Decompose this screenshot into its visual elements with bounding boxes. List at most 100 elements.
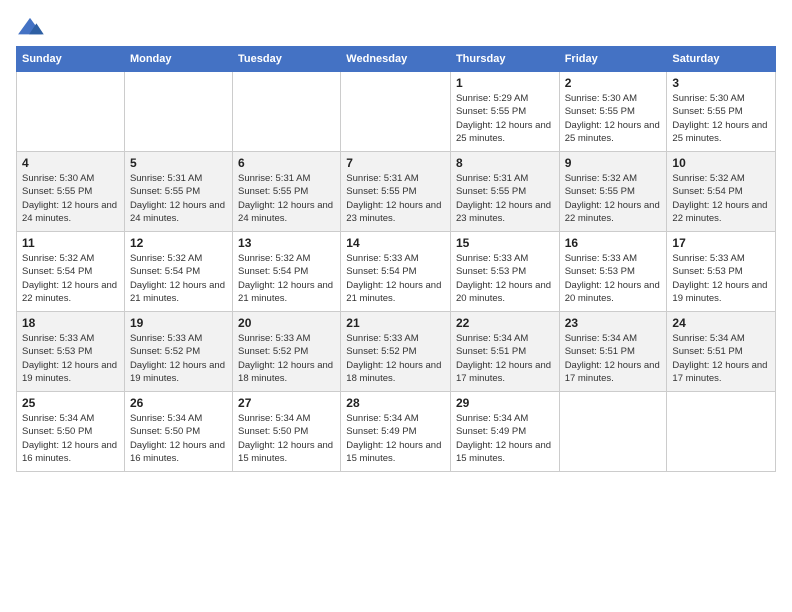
day-info: Sunrise: 5:33 AM Sunset: 5:53 PM Dayligh… (672, 252, 770, 305)
day-number: 18 (22, 316, 119, 330)
logo (16, 16, 48, 38)
calendar-week: 4 Sunrise: 5:30 AM Sunset: 5:55 PM Daylig… (17, 152, 776, 232)
day-info: Sunrise: 5:34 AM Sunset: 5:51 PM Dayligh… (565, 332, 662, 385)
calendar-cell: 24 Sunrise: 5:34 AM Sunset: 5:51 PM Dayli… (667, 312, 776, 392)
calendar-cell: 13Sunrise: 5:32 AM Sunset: 5:54 PM Dayli… (233, 232, 341, 312)
day-header: Sunday (17, 47, 125, 72)
day-number: 11 (22, 236, 119, 250)
day-info: Sunrise: 5:30 AM Sunset: 5:55 PM Dayligh… (565, 92, 662, 145)
day-number: 2 (565, 76, 662, 90)
day-info: Sunrise: 5:31 AM Sunset: 5:55 PM Dayligh… (130, 172, 227, 225)
calendar-cell: 28 Sunrise: 5:34 AM Sunset: 5:49 PM Dayli… (341, 392, 451, 472)
calendar-cell: 4 Sunrise: 5:30 AM Sunset: 5:55 PM Daylig… (17, 152, 125, 232)
calendar-cell: 25 Sunrise: 5:34 AM Sunset: 5:50 PM Dayli… (17, 392, 125, 472)
day-number: 15 (456, 236, 554, 250)
day-number: 27 (238, 396, 335, 410)
day-number: 4 (22, 156, 119, 170)
calendar-cell: 29Sunrise: 5:34 AM Sunset: 5:49 PM Dayli… (450, 392, 559, 472)
day-header: Friday (559, 47, 667, 72)
day-number: 14 (346, 236, 445, 250)
day-number: 10 (672, 156, 770, 170)
calendar-cell: 16 Sunrise: 5:33 AM Sunset: 5:53 PM Dayli… (559, 232, 667, 312)
day-header: Monday (124, 47, 232, 72)
calendar-cell: 20 Sunrise: 5:33 AM Sunset: 5:52 PM Dayli… (233, 312, 341, 392)
day-info: Sunrise: 5:31 AM Sunset: 5:55 PM Dayligh… (238, 172, 335, 225)
day-header: Wednesday (341, 47, 451, 72)
day-number: 23 (565, 316, 662, 330)
calendar-week: 11 Sunrise: 5:32 AM Sunset: 5:54 PM Dayli… (17, 232, 776, 312)
day-header: Thursday (450, 47, 559, 72)
day-info: Sunrise: 5:34 AM Sunset: 5:51 PM Dayligh… (672, 332, 770, 385)
day-number: 22 (456, 316, 554, 330)
calendar-cell: 23 Sunrise: 5:34 AM Sunset: 5:51 PM Dayli… (559, 312, 667, 392)
day-header: Saturday (667, 47, 776, 72)
day-number: 9 (565, 156, 662, 170)
day-info: Sunrise: 5:33 AM Sunset: 5:53 PM Dayligh… (565, 252, 662, 305)
day-number: 3 (672, 76, 770, 90)
day-number: 13 (238, 236, 335, 250)
calendar-cell: 12 Sunrise: 5:32 AM Sunset: 5:54 PM Dayli… (124, 232, 232, 312)
day-number: 17 (672, 236, 770, 250)
day-info: Sunrise: 5:34 AM Sunset: 5:50 PM Dayligh… (130, 412, 227, 465)
calendar-cell: 11Sunrise: 5:32 AM Sunset: 5:54 PM Dayli… (17, 232, 125, 312)
day-info: Sunrise: 5:34 AM Sunset: 5:50 PM Dayligh… (238, 412, 335, 465)
day-number: 21 (346, 316, 445, 330)
calendar-cell: 17 Sunrise: 5:33 AM Sunset: 5:53 PM Dayli… (667, 232, 776, 312)
day-number: 24 (672, 316, 770, 330)
calendar-cell (124, 72, 232, 152)
day-number: 26 (130, 396, 227, 410)
day-info: Sunrise: 5:33 AM Sunset: 5:53 PM Dayligh… (456, 252, 554, 305)
day-number: 20 (238, 316, 335, 330)
calendar-cell (559, 392, 667, 472)
calendar-cell: 18 Sunrise: 5:33 AM Sunset: 5:53 PM Dayli… (17, 312, 125, 392)
calendar-cell: 7 Sunrise: 5:31 AM Sunset: 5:55 PM Daylig… (341, 152, 451, 232)
calendar-cell: 19 Sunrise: 5:33 AM Sunset: 5:52 PM Dayli… (124, 312, 232, 392)
calendar-cell: 22 Sunrise: 5:34 AM Sunset: 5:51 PM Dayli… (450, 312, 559, 392)
calendar-week: 25 Sunrise: 5:34 AM Sunset: 5:50 PM Dayli… (17, 392, 776, 472)
calendar-cell: 26 Sunrise: 5:34 AM Sunset: 5:50 PM Dayli… (124, 392, 232, 472)
day-number: 19 (130, 316, 227, 330)
day-info: Sunrise: 5:34 AM Sunset: 5:51 PM Dayligh… (456, 332, 554, 385)
calendar-cell: 8 Sunrise: 5:31 AM Sunset: 5:55 PM Daylig… (450, 152, 559, 232)
calendar-cell: 2 Sunrise: 5:30 AM Sunset: 5:55 PM Daylig… (559, 72, 667, 152)
calendar-cell: 3 Sunrise: 5:30 AM Sunset: 5:55 PM Daylig… (667, 72, 776, 152)
day-info: Sunrise: 5:30 AM Sunset: 5:55 PM Dayligh… (672, 92, 770, 145)
day-info: Sunrise: 5:31 AM Sunset: 5:55 PM Dayligh… (346, 172, 445, 225)
calendar-cell: 1 Sunrise: 5:29 AM Sunset: 5:55 PM Daylig… (450, 72, 559, 152)
calendar-cell: 15 Sunrise: 5:33 AM Sunset: 5:53 PM Dayli… (450, 232, 559, 312)
calendar-cell: 27 Sunrise: 5:34 AM Sunset: 5:50 PM Dayli… (233, 392, 341, 472)
day-number: 16 (565, 236, 662, 250)
day-info: Sunrise: 5:32 AM Sunset: 5:54 PM Dayligh… (672, 172, 770, 225)
calendar-table: SundayMondayTuesdayWednesdayThursdayFrid… (16, 46, 776, 472)
day-info: Sunrise: 5:32 AM Sunset: 5:54 PM Dayligh… (130, 252, 227, 305)
day-number: 28 (346, 396, 445, 410)
calendar-cell: 6 Sunrise: 5:31 AM Sunset: 5:55 PM Daylig… (233, 152, 341, 232)
day-number: 6 (238, 156, 335, 170)
day-info: Sunrise: 5:33 AM Sunset: 5:52 PM Dayligh… (238, 332, 335, 385)
day-info: Sunrise: 5:30 AM Sunset: 5:55 PM Dayligh… (22, 172, 119, 225)
day-info: Sunrise: 5:33 AM Sunset: 5:52 PM Dayligh… (346, 332, 445, 385)
day-info: Sunrise: 5:34 AM Sunset: 5:49 PM Dayligh… (456, 412, 554, 465)
day-number: 25 (22, 396, 119, 410)
day-number: 7 (346, 156, 445, 170)
day-info: Sunrise: 5:34 AM Sunset: 5:49 PM Dayligh… (346, 412, 445, 465)
day-info: Sunrise: 5:34 AM Sunset: 5:50 PM Dayligh… (22, 412, 119, 465)
calendar-cell: 14Sunrise: 5:33 AM Sunset: 5:54 PM Dayli… (341, 232, 451, 312)
logo-icon (16, 16, 44, 38)
header (16, 16, 776, 38)
calendar-cell: 21 Sunrise: 5:33 AM Sunset: 5:52 PM Dayli… (341, 312, 451, 392)
calendar-week: 1 Sunrise: 5:29 AM Sunset: 5:55 PM Daylig… (17, 72, 776, 152)
day-number: 12 (130, 236, 227, 250)
day-info: Sunrise: 5:33 AM Sunset: 5:52 PM Dayligh… (130, 332, 227, 385)
calendar-cell (341, 72, 451, 152)
calendar-week: 18 Sunrise: 5:33 AM Sunset: 5:53 PM Dayli… (17, 312, 776, 392)
day-info: Sunrise: 5:29 AM Sunset: 5:55 PM Dayligh… (456, 92, 554, 145)
day-number: 1 (456, 76, 554, 90)
header-row: SundayMondayTuesdayWednesdayThursdayFrid… (17, 47, 776, 72)
day-info: Sunrise: 5:31 AM Sunset: 5:55 PM Dayligh… (456, 172, 554, 225)
calendar-cell: 5Sunrise: 5:31 AM Sunset: 5:55 PM Daylig… (124, 152, 232, 232)
day-info: Sunrise: 5:33 AM Sunset: 5:53 PM Dayligh… (22, 332, 119, 385)
calendar-cell: 10 Sunrise: 5:32 AM Sunset: 5:54 PM Dayli… (667, 152, 776, 232)
day-number: 8 (456, 156, 554, 170)
calendar-cell (233, 72, 341, 152)
